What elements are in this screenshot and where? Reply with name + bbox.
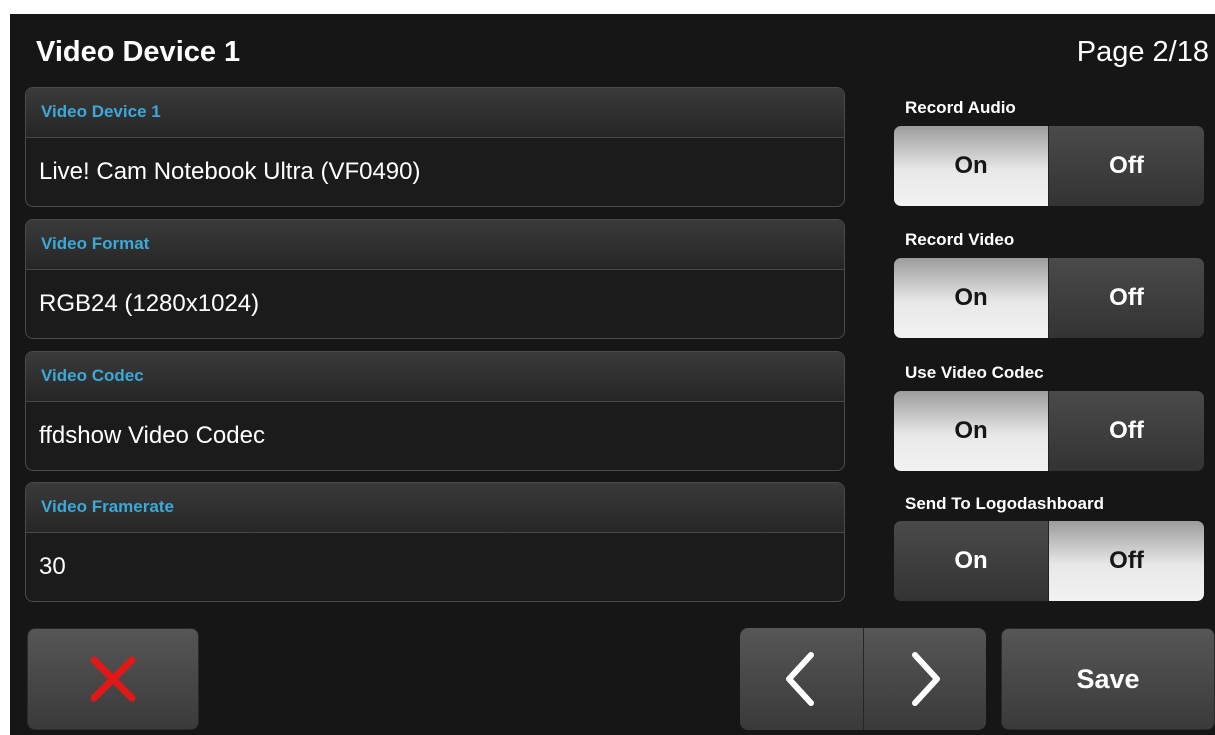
record-audio-on-button[interactable]: On <box>894 126 1049 206</box>
field-value[interactable]: Live! Cam Notebook Ultra (VF0490) <box>26 138 844 206</box>
toggle-label-use-video-codec: Use Video Codec <box>905 363 1044 382</box>
send-to-logodashboard-on-button[interactable]: On <box>894 521 1049 601</box>
field-video-framerate[interactable]: Video Framerate 30 <box>25 482 845 602</box>
record-video-on-button[interactable]: On <box>894 258 1049 338</box>
toggle-record-audio[interactable]: On Off <box>894 126 1204 206</box>
field-value[interactable]: ffdshow Video Codec <box>26 402 844 470</box>
page-indicator: Page 2/18 <box>1076 36 1209 68</box>
chevron-right-icon <box>911 652 940 706</box>
save-button-label: Save <box>1076 663 1140 694</box>
toggle-record-video[interactable]: On Off <box>894 258 1204 338</box>
previous-page-button[interactable] <box>740 628 864 730</box>
toggle-label-send-to-logodashboard: Send To Logodashboard <box>905 494 1104 513</box>
record-audio-off-button[interactable]: Off <box>1049 126 1204 206</box>
chevron-left-icon <box>786 652 815 706</box>
send-to-logodashboard-off-button[interactable]: Off <box>1049 521 1204 601</box>
toggle-use-video-codec[interactable]: On Off <box>894 391 1204 471</box>
field-label: Video Format <box>26 220 844 270</box>
toggle-send-to-logodashboard[interactable]: On Off <box>894 521 1204 601</box>
toggle-label-record-audio: Record Audio <box>905 98 1016 117</box>
use-video-codec-on-button[interactable]: On <box>894 391 1049 471</box>
field-label: Video Device 1 <box>26 88 844 138</box>
cancel-button[interactable] <box>27 628 199 730</box>
save-button[interactable]: Save <box>1001 628 1215 730</box>
page-title: Video Device 1 <box>36 36 241 68</box>
use-video-codec-off-button[interactable]: Off <box>1049 391 1204 471</box>
page-navigation <box>740 628 986 730</box>
record-video-off-button[interactable]: Off <box>1049 258 1204 338</box>
toggle-label-record-video: Record Video <box>905 230 1015 249</box>
field-value[interactable]: RGB24 (1280x1024) <box>26 270 844 338</box>
field-video-device[interactable]: Video Device 1 Live! Cam Notebook Ultra … <box>25 87 845 207</box>
field-value[interactable]: 30 <box>26 533 844 601</box>
close-icon <box>90 656 136 702</box>
field-label: Video Framerate <box>26 483 844 533</box>
field-video-codec[interactable]: Video Codec ffdshow Video Codec <box>25 351 845 471</box>
next-page-button[interactable] <box>863 628 986 730</box>
settings-screen: Video Device 1 Page 2/18 Video Device 1 … <box>10 14 1215 735</box>
field-label: Video Codec <box>26 352 844 402</box>
field-video-format[interactable]: Video Format RGB24 (1280x1024) <box>25 219 845 339</box>
